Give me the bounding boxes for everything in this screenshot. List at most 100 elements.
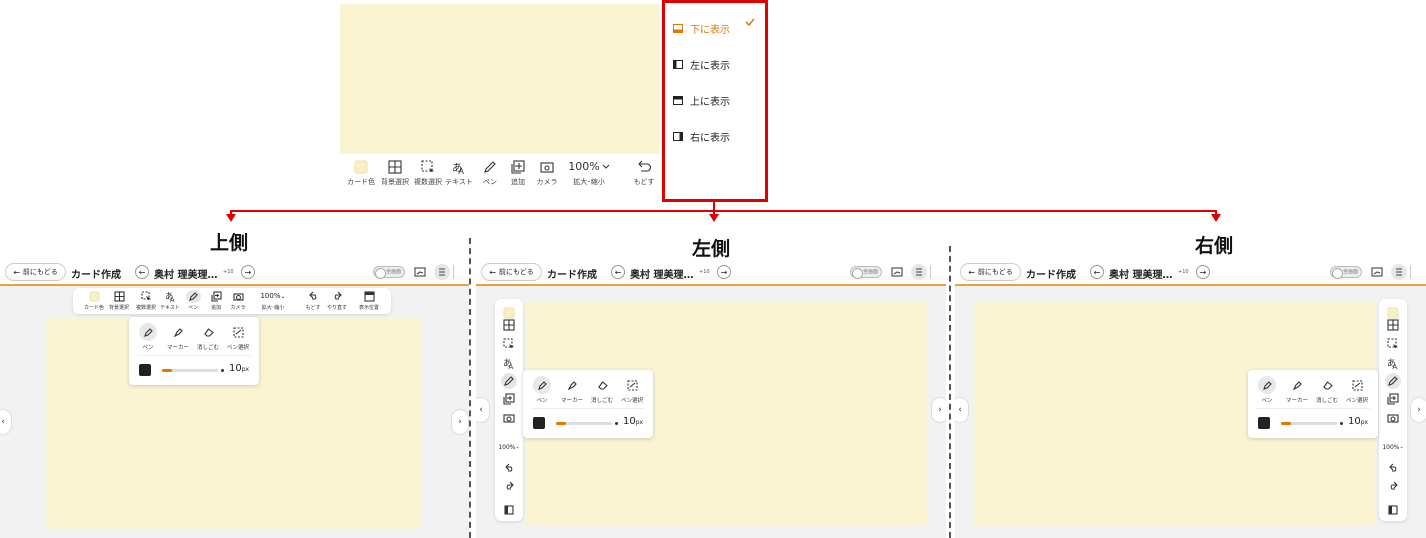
image-icon — [1371, 267, 1383, 277]
pen-tool-1[interactable]: マーカー — [1284, 376, 1310, 404]
top-toolbar: カード色 背景選択 複数選択 あA テキスト ペン 追加 カメラ 100% ⌄ 拡… — [73, 288, 391, 314]
side-add-button[interactable] — [495, 391, 523, 407]
pen-tool-1[interactable]: マーカー — [559, 376, 585, 404]
back-button[interactable]: ← 前にもどる — [481, 263, 542, 281]
prev-card-button[interactable]: ‹ — [476, 397, 490, 423]
menu-item-bottom[interactable]: 下に表示 — [673, 21, 730, 36]
pen-size-slider[interactable] — [162, 369, 218, 372]
prev-user-button[interactable]: ← — [1090, 265, 1104, 279]
user-name: 奥村 理美理… — [154, 270, 218, 281]
image-button[interactable] — [1369, 264, 1385, 280]
side-undo-button[interactable] — [495, 461, 523, 475]
fullscreen-toggle[interactable]: 全画面 — [850, 266, 882, 279]
undo-icon — [504, 463, 512, 472]
side-text-button[interactable]: あA — [495, 355, 523, 371]
menu-item-top[interactable]: 上に表示 — [673, 93, 730, 108]
fullscreen-toggle[interactable]: 全画面 — [1330, 266, 1362, 279]
side-camera-button[interactable] — [1379, 410, 1407, 426]
side-grid-button[interactable] — [1379, 317, 1407, 333]
pen-tool-1[interactable]: マーカー — [165, 323, 191, 351]
side-position-button[interactable] — [1379, 503, 1407, 517]
pen-color-swatch[interactable] — [139, 364, 151, 376]
top-toolbar-item[interactable]: 100% ⌄ 拡大･縮小 — [259, 290, 287, 311]
pen-tool-3[interactable]: ペン選択 — [225, 323, 251, 351]
pen-tool-2[interactable]: 消しごむ — [195, 323, 221, 351]
toolbar-item-zoom[interactable]: 100% 拡大･縮小 — [567, 158, 611, 188]
menu-item-left[interactable]: 左に表示 — [673, 57, 730, 72]
pen-size-slider[interactable] — [1281, 422, 1337, 425]
chevron-down-icon: ⌄ — [1399, 444, 1404, 450]
header-divider — [1410, 265, 1411, 279]
top-toolbar-item[interactable]: やり直す — [323, 290, 351, 311]
pen-color-swatch[interactable] — [533, 417, 545, 429]
pen-size-unit: px — [1360, 419, 1369, 426]
pen-size-unit: px — [241, 366, 250, 373]
pen-tool-0[interactable]: ペン — [1254, 376, 1280, 404]
text-icon: あA — [452, 162, 464, 174]
add-icon — [1387, 393, 1399, 405]
pen-tool-0[interactable]: ペン — [135, 323, 161, 351]
side-pen-button[interactable] — [495, 373, 523, 389]
text-icon: あA — [1387, 358, 1397, 369]
side-text-button[interactable]: あA — [1379, 355, 1407, 371]
image-button[interactable] — [412, 264, 428, 280]
side-grid-button[interactable] — [495, 317, 523, 333]
side-redo-button[interactable] — [495, 479, 523, 493]
prev-user-button[interactable]: ← — [611, 265, 625, 279]
pen-tool-3[interactable]: ペン選択 — [619, 376, 645, 404]
side-undo-button[interactable] — [1379, 461, 1407, 475]
svg-text:A: A — [508, 362, 513, 369]
next-card-button[interactable]: › — [931, 397, 946, 423]
side-pen-button[interactable] — [1379, 373, 1407, 389]
chevron-down-icon: ⌄ — [280, 293, 286, 300]
pen-icon — [188, 292, 198, 301]
side-add-button[interactable] — [1379, 391, 1407, 407]
menu-button[interactable] — [911, 264, 927, 280]
next-user-button[interactable]: → — [717, 265, 731, 279]
pen-tool-2[interactable]: 消しごむ — [589, 376, 615, 404]
top-toolbar-item[interactable]: 表示位置 — [355, 290, 383, 311]
back-button[interactable]: ← 前にもどる — [960, 263, 1021, 281]
next-user-button[interactable]: → — [241, 265, 255, 279]
pen-tool-2[interactable]: 消しごむ — [1314, 376, 1340, 404]
next-card-button[interactable]: › — [1410, 397, 1426, 423]
pen-tool-3[interactable]: ペン選択 — [1344, 376, 1370, 404]
user-name: 奥村 理美理… — [630, 270, 694, 281]
side-multi-select-button[interactable] — [495, 336, 523, 352]
next-card-button[interactable]: › — [451, 409, 469, 435]
top-toolbar-item[interactable]: カメラ — [224, 290, 252, 311]
zoom-value: 100% — [568, 160, 600, 173]
pen-panel: ペン マーカー 消しごむ ペン選択 10px — [1248, 370, 1378, 438]
fullscreen-toggle[interactable]: 全画面 — [373, 266, 405, 279]
next-user-button[interactable]: → — [1196, 265, 1210, 279]
arrow-head-icon — [709, 214, 719, 222]
pen-tool-label: ペン選択 — [1345, 398, 1368, 404]
side-zoom[interactable]: 100% ⌄ — [1379, 441, 1407, 453]
side-position-button[interactable] — [495, 503, 523, 517]
top-toolbar-item[interactable]: 背景選択 — [105, 290, 133, 311]
side-multi-select-button[interactable] — [1379, 336, 1407, 352]
pen-size-slider[interactable] — [556, 422, 612, 425]
image-button[interactable] — [889, 264, 905, 280]
side-zoom[interactable]: 100% ⌄ — [495, 441, 523, 453]
menu-button[interactable] — [434, 264, 450, 280]
toolbar-label: テキスト — [160, 305, 180, 311]
side-redo-button[interactable] — [1379, 479, 1407, 493]
camera-icon — [232, 293, 244, 301]
toggle-label: 全画面 — [386, 269, 402, 275]
pen-tool-0[interactable]: ペン — [529, 376, 555, 404]
menu-button[interactable] — [1391, 264, 1407, 280]
prev-user-button[interactable]: ← — [135, 265, 149, 279]
back-button[interactable]: ← 前にもどる — [5, 263, 66, 281]
pen-color-swatch[interactable] — [1258, 417, 1270, 429]
side-camera-button[interactable] — [495, 410, 523, 426]
card-color-icon — [354, 160, 368, 174]
top-toolbar-item[interactable]: カード色 — [80, 290, 108, 311]
camera-icon — [503, 414, 515, 423]
toolbar-item-camera[interactable]: カメラ — [525, 158, 569, 188]
prev-card-button[interactable]: ‹ — [955, 397, 969, 423]
pen-tool-label: マーカー — [560, 398, 583, 404]
prev-card-button[interactable]: ‹ — [0, 409, 12, 435]
app-header: ← 前にもどる カード作成 ← 奥村 理美理… +10 → 全画面 — [0, 259, 469, 286]
menu-item-right[interactable]: 右に表示 — [673, 129, 730, 144]
